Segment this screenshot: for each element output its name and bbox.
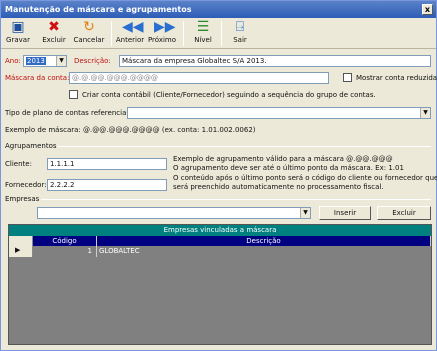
exit-door-icon: ⍈ [235,19,245,35]
descricao-label: Descrição: [74,57,111,65]
cell-codigo[interactable]: 1 [33,246,97,257]
tipo-plano-label: Tipo de plano de contas referencial: [5,109,131,117]
toolbar-separator [183,21,184,46]
ano-label: Ano: [5,57,21,65]
proximo-button[interactable]: ▶▶ Próximo [147,19,177,48]
close-icon: x [424,5,431,14]
fornecedor-label: Fornecedor: [5,181,47,189]
nivel-button[interactable]: ☰ Nível [191,19,215,48]
row-indicator: ▶ [9,236,33,257]
current-row-icon: ▶ [15,246,21,254]
mascara-input[interactable]: @.@.@@.@@@.@@@@ [69,72,329,84]
toolbar: ▣ Gravar ✖ Excluir ↻ Cancelar ◀◀ Anterio… [1,18,436,49]
help-text-1: Exemplo de agrupamento válido para a más… [173,155,393,163]
excluir-empresa-button[interactable]: Excluir [377,206,431,220]
criar-conta-checkbox[interactable] [69,90,78,99]
cancelar-button[interactable]: ↻ Cancelar [73,19,105,48]
chevron-down-icon[interactable]: ▼ [300,208,310,218]
mascara-label: Máscara da conta: [5,74,70,82]
cancel-arrows-icon: ↻ [83,19,95,35]
mostrar-reduzida-label: Mostrar conta reduzida [356,74,437,82]
tree-level-icon: ☰ [196,19,210,35]
floppy-disk-icon: ▣ [11,19,25,35]
sair-button[interactable]: ⍈ Sair [229,19,251,48]
cliente-label: Cliente: [5,160,32,168]
descricao-input[interactable]: Máscara da empresa Globaltec S/A 2013. [119,55,431,67]
column-header-descricao[interactable]: Descrição [97,236,431,246]
window-title: Manutenção de máscara e agrupamentos [5,5,192,14]
empresa-select[interactable]: ▼ [37,207,311,219]
gravar-button[interactable]: ▣ Gravar [5,19,31,48]
grid-title: Empresas vinculadas a máscara [9,225,431,236]
fornecedor-input[interactable]: 2.2.2.2 [47,179,167,191]
double-left-arrow-icon: ◀◀ [122,19,144,35]
ano-value: 2013 [26,57,46,65]
chevron-down-icon[interactable]: ▼ [420,108,430,118]
anterior-button[interactable]: ◀◀ Anterior [115,19,145,48]
help-text-4: será preenchido automaticamente no proce… [173,183,384,191]
ano-select[interactable]: 2013 ▼ [23,55,67,67]
empresas-title: Empresas [5,195,40,203]
chevron-down-icon[interactable]: ▼ [56,56,66,66]
red-x-icon: ✖ [48,19,60,35]
close-button[interactable]: x [422,4,433,15]
help-text-3: O conteúdo após o último ponto será o có… [173,174,437,182]
mostrar-reduzida-checkbox[interactable] [343,73,352,82]
excluir-toolbar-button[interactable]: ✖ Excluir [39,19,69,48]
empresas-grid: Empresas vinculadas a máscara ▶ Código D… [8,224,432,345]
title-bar: Manutenção de máscara e agrupamentos x [1,1,436,18]
double-right-arrow-icon: ▶▶ [154,19,176,35]
exemplo-mascara-text: Exemplo de máscara: @.@@.@@@.@@@@ (ex. c… [5,126,256,134]
toolbar-separator [111,21,112,46]
main-window: Manutenção de máscara e agrupamentos x ▣… [0,0,437,351]
inserir-button[interactable]: Inserir [319,206,371,220]
toolbar-separator [221,21,222,46]
criar-conta-label: Criar conta contábil (Cliente/Fornecedor… [82,91,376,99]
column-header-codigo[interactable]: Código [33,236,97,246]
cell-descricao[interactable]: GLOBALTEC [97,246,431,257]
agrupamentos-title: Agrupamentos [5,142,57,150]
help-text-2: O agrupamento deve ser até o último pont… [173,164,404,172]
divider [57,146,431,147]
tipo-plano-select[interactable]: ▼ [127,107,431,119]
divider [41,199,431,200]
cliente-input[interactable]: 1.1.1.1 [47,158,167,170]
